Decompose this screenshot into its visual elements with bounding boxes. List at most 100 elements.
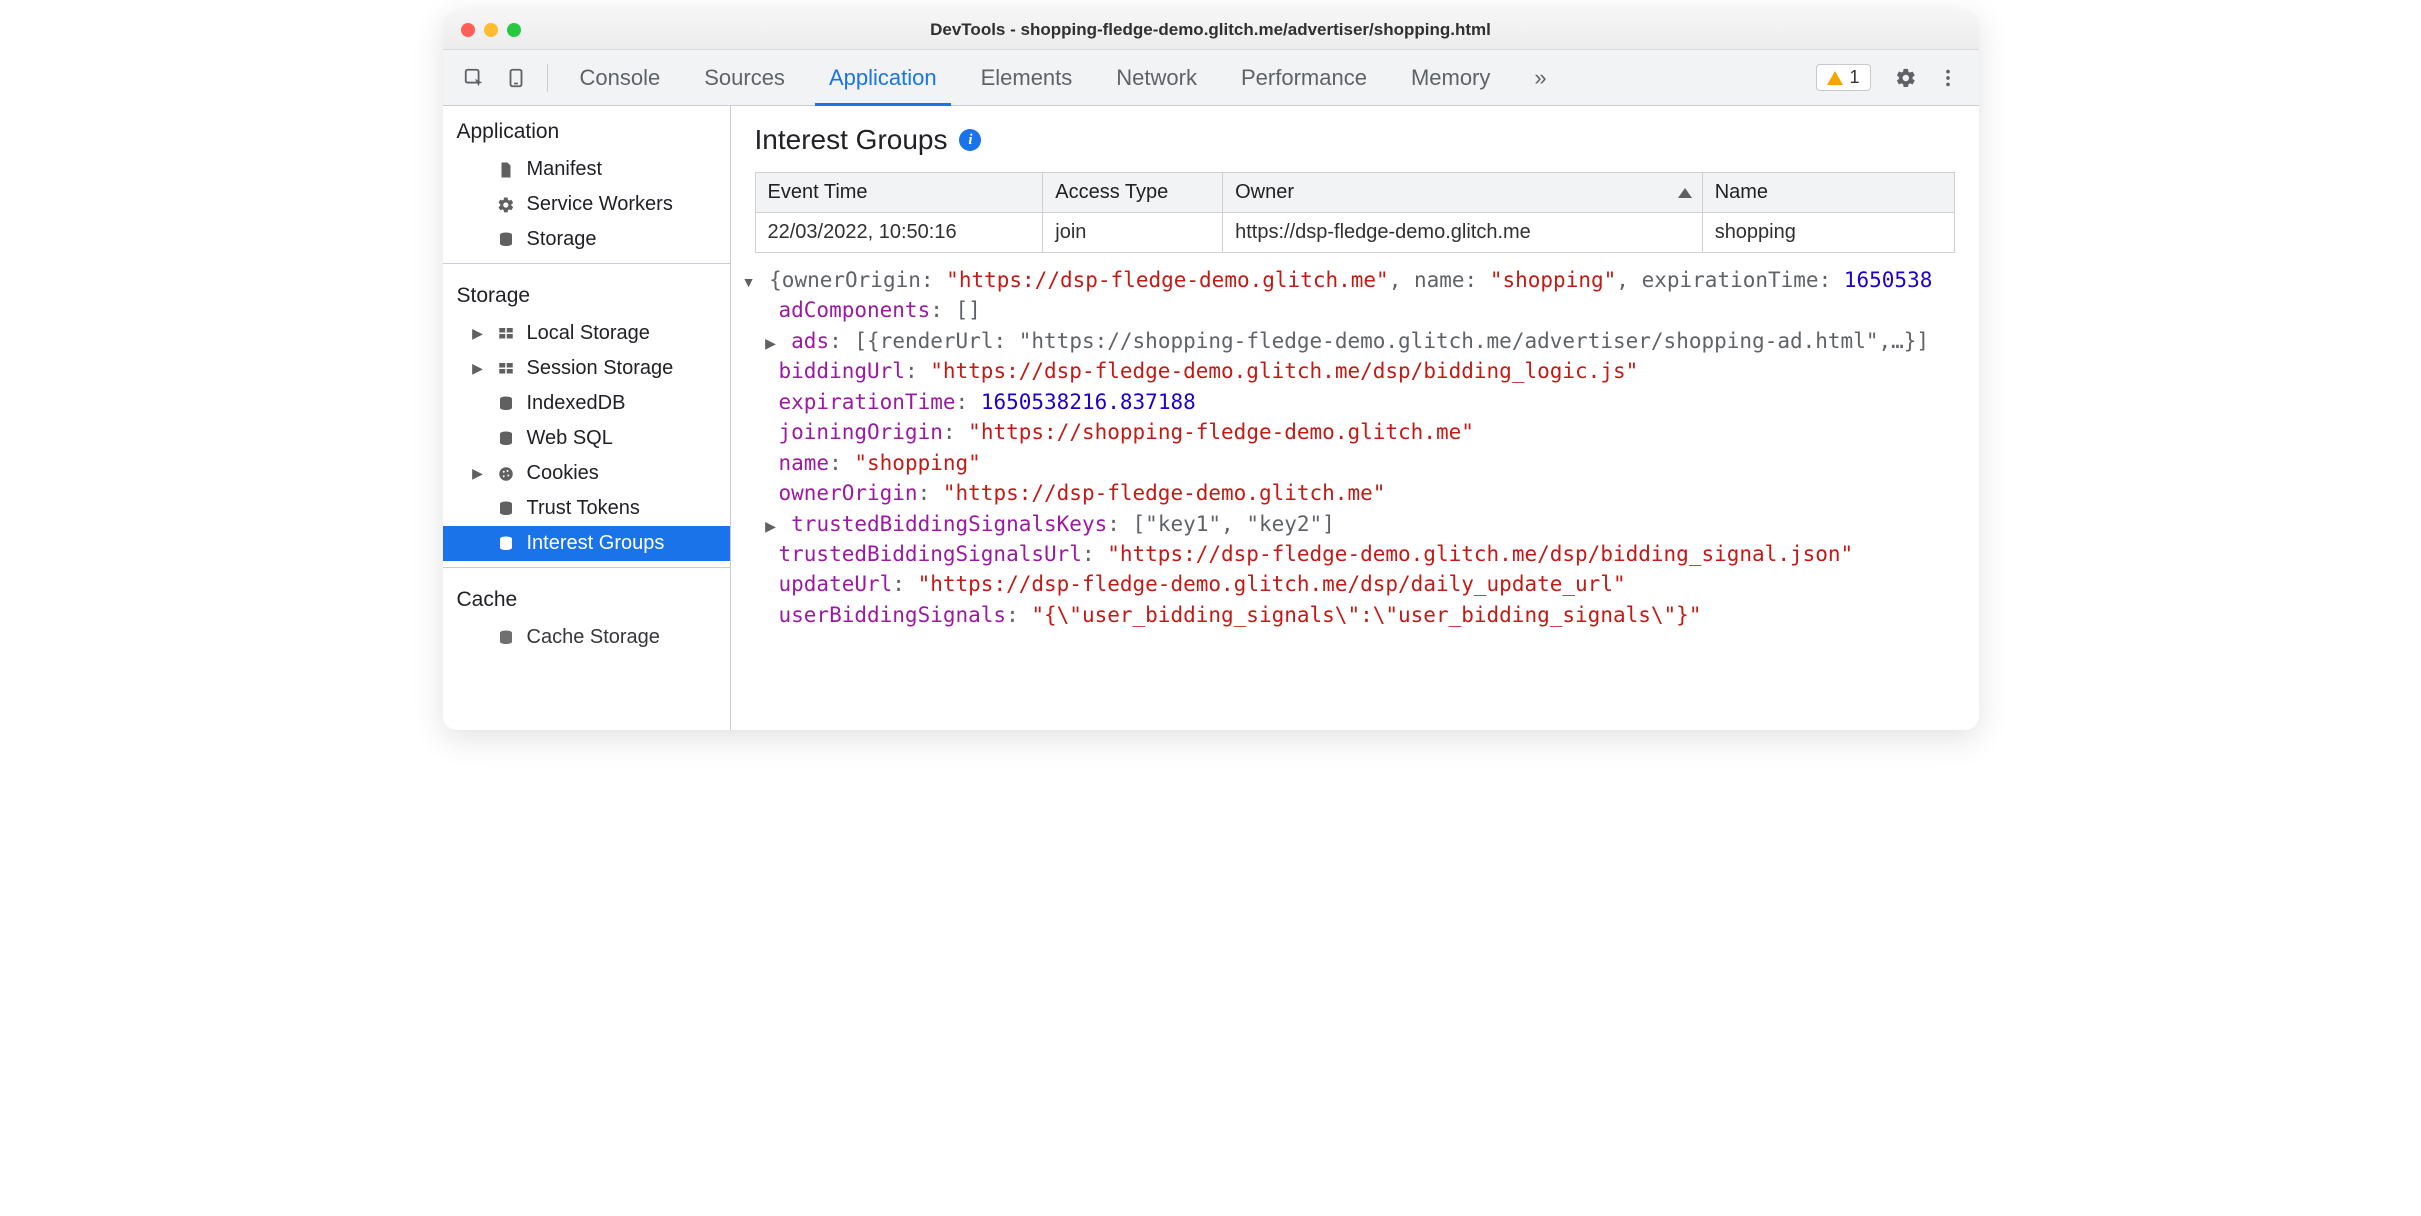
tab-console[interactable]: Console: [558, 50, 683, 105]
minimize-button[interactable]: [484, 23, 498, 37]
cell-access-type: join: [1043, 213, 1223, 253]
col-event-time[interactable]: Event Time: [755, 173, 1043, 213]
object-inspector: ▼ {ownerOrigin: "https://dsp-fledge-demo…: [731, 261, 1979, 638]
tab-more[interactable]: »: [1512, 50, 1568, 105]
sidebar-section-cache: Cache: [443, 574, 730, 620]
sidebar-item-manifest[interactable]: Manifest: [443, 152, 730, 187]
panel-tabs: Console Sources Application Elements Net…: [558, 50, 1569, 105]
warning-count: 1: [1849, 67, 1859, 88]
sidebar-item-cache-storage[interactable]: Cache Storage: [443, 620, 730, 655]
disclosure-triangle-icon[interactable]: ▶: [471, 325, 485, 342]
sidebar-item-label: Service Workers: [527, 193, 673, 216]
sidebar-divider: [443, 567, 730, 568]
inspector-row-name[interactable]: name: "shopping": [741, 448, 1961, 478]
sidebar-item-local-storage[interactable]: ▶ Local Storage: [443, 316, 730, 351]
tab-elements[interactable]: Elements: [959, 50, 1095, 105]
inspect-element-icon[interactable]: [457, 61, 491, 95]
sidebar-item-indexeddb[interactable]: IndexedDB: [443, 386, 730, 421]
warning-badge[interactable]: 1: [1816, 64, 1870, 91]
inspector-row-biddingurl[interactable]: biddingUrl: "https://dsp-fledge-demo.gli…: [741, 356, 1961, 386]
toolbar: Console Sources Application Elements Net…: [443, 50, 1979, 106]
sidebar-item-cookies[interactable]: ▶ Cookies: [443, 456, 730, 491]
inspector-row-ads[interactable]: ▶ ads: [{renderUrl: "https://shopping-fl…: [741, 326, 1961, 356]
sidebar-item-label: Trust Tokens: [527, 497, 640, 520]
disclosure-triangle-icon[interactable]: ▶: [763, 516, 779, 536]
sidebar-item-service-workers[interactable]: Service Workers: [443, 187, 730, 222]
sidebar-item-label: Interest Groups: [527, 532, 665, 555]
devtools-window: DevTools - shopping-fledge-demo.glitch.m…: [443, 10, 1979, 730]
sidebar-item-label: Web SQL: [527, 427, 613, 450]
sidebar-item-label: Cache Storage: [527, 626, 660, 649]
info-icon[interactable]: i: [959, 129, 981, 151]
sidebar-section-storage: Storage: [443, 270, 730, 316]
col-access-type[interactable]: Access Type: [1043, 173, 1223, 213]
gear-icon: [495, 194, 517, 216]
tab-network[interactable]: Network: [1094, 50, 1219, 105]
database-icon: [495, 498, 517, 520]
inspector-row-joiningorigin[interactable]: joiningOrigin: "https://shopping-fledge-…: [741, 417, 1961, 447]
toolbar-separator: [547, 64, 548, 92]
database-icon: [495, 627, 517, 649]
inspector-row-adcomponents[interactable]: adComponents: []: [741, 295, 1961, 325]
titlebar: DevTools - shopping-fledge-demo.glitch.m…: [443, 10, 1979, 50]
tab-performance[interactable]: Performance: [1219, 50, 1389, 105]
tab-sources[interactable]: Sources: [682, 50, 807, 105]
sidebar-divider: [443, 263, 730, 264]
sidebar-item-label: IndexedDB: [527, 392, 626, 415]
disclosure-triangle-icon[interactable]: ▼: [741, 272, 757, 292]
sidebar-item-label: Manifest: [527, 158, 603, 181]
inspector-summary[interactable]: ▼ {ownerOrigin: "https://dsp-fledge-demo…: [741, 265, 1961, 295]
table-row[interactable]: 22/03/2022, 10:50:16 join https://dsp-fl…: [755, 213, 1954, 253]
device-toolbar-icon[interactable]: [499, 61, 533, 95]
table-header-row: Event Time Access Type Owner Name: [755, 173, 1954, 213]
events-table: Event Time Access Type Owner Name 22/03/…: [755, 172, 1955, 253]
database-icon: [495, 533, 517, 555]
disclosure-triangle-icon[interactable]: ▶: [471, 465, 485, 482]
sidebar-item-web-sql[interactable]: Web SQL: [443, 421, 730, 456]
main-split: Application Manifest Service Workers Sto…: [443, 106, 1979, 730]
disclosure-triangle-icon[interactable]: ▶: [471, 360, 485, 377]
disclosure-triangle-icon[interactable]: ▶: [763, 333, 779, 353]
inspector-row-tbsk[interactable]: ▶ trustedBiddingSignalsKeys: ["key1", "k…: [741, 509, 1961, 539]
sidebar-item-label: Session Storage: [527, 357, 674, 380]
cell-owner: https://dsp-fledge-demo.glitch.me: [1223, 213, 1703, 253]
inspector-row-tbsu[interactable]: trustedBiddingSignalsUrl: "https://dsp-f…: [741, 539, 1961, 569]
sidebar-item-interest-groups[interactable]: Interest Groups: [443, 526, 730, 561]
pane-title: Interest Groups: [755, 124, 948, 156]
sidebar-item-label: Local Storage: [527, 322, 650, 345]
database-icon: [495, 428, 517, 450]
zoom-button[interactable]: [507, 23, 521, 37]
sidebar-item-label: Storage: [527, 228, 597, 251]
tab-application[interactable]: Application: [807, 50, 959, 105]
sidebar: Application Manifest Service Workers Sto…: [443, 106, 731, 730]
file-icon: [495, 159, 517, 181]
sidebar-item-label: Cookies: [527, 462, 599, 485]
sidebar-item-trust-tokens[interactable]: Trust Tokens: [443, 491, 730, 526]
tab-memory[interactable]: Memory: [1389, 50, 1512, 105]
inspector-row-ownerorigin[interactable]: ownerOrigin: "https://dsp-fledge-demo.gl…: [741, 478, 1961, 508]
table-icon: [495, 358, 517, 380]
database-icon: [495, 393, 517, 415]
close-button[interactable]: [461, 23, 475, 37]
warning-icon: [1827, 71, 1843, 85]
database-icon: [495, 229, 517, 251]
inspector-row-expirationtime[interactable]: expirationTime: 1650538216.837188: [741, 387, 1961, 417]
cell-name: shopping: [1702, 213, 1954, 253]
cell-event-time: 22/03/2022, 10:50:16: [755, 213, 1043, 253]
content-pane: Interest Groups i Event Time Access Type…: [731, 106, 1979, 730]
sidebar-item-storage[interactable]: Storage: [443, 222, 730, 257]
pane-heading: Interest Groups i: [731, 106, 1979, 168]
sort-asc-icon: [1678, 188, 1692, 198]
table-icon: [495, 323, 517, 345]
sidebar-section-application: Application: [443, 106, 730, 152]
col-name[interactable]: Name: [1702, 173, 1954, 213]
window-controls: [443, 23, 521, 37]
kebab-menu-icon[interactable]: [1931, 61, 1965, 95]
col-owner[interactable]: Owner: [1223, 173, 1703, 213]
window-title: DevTools - shopping-fledge-demo.glitch.m…: [443, 20, 1979, 40]
inspector-row-updateurl[interactable]: updateUrl: "https://dsp-fledge-demo.glit…: [741, 569, 1961, 599]
cookie-icon: [495, 463, 517, 485]
sidebar-item-session-storage[interactable]: ▶ Session Storage: [443, 351, 730, 386]
inspector-row-userbiddingsignals[interactable]: userBiddingSignals: "{\"user_bidding_sig…: [741, 600, 1961, 630]
settings-icon[interactable]: [1889, 61, 1923, 95]
